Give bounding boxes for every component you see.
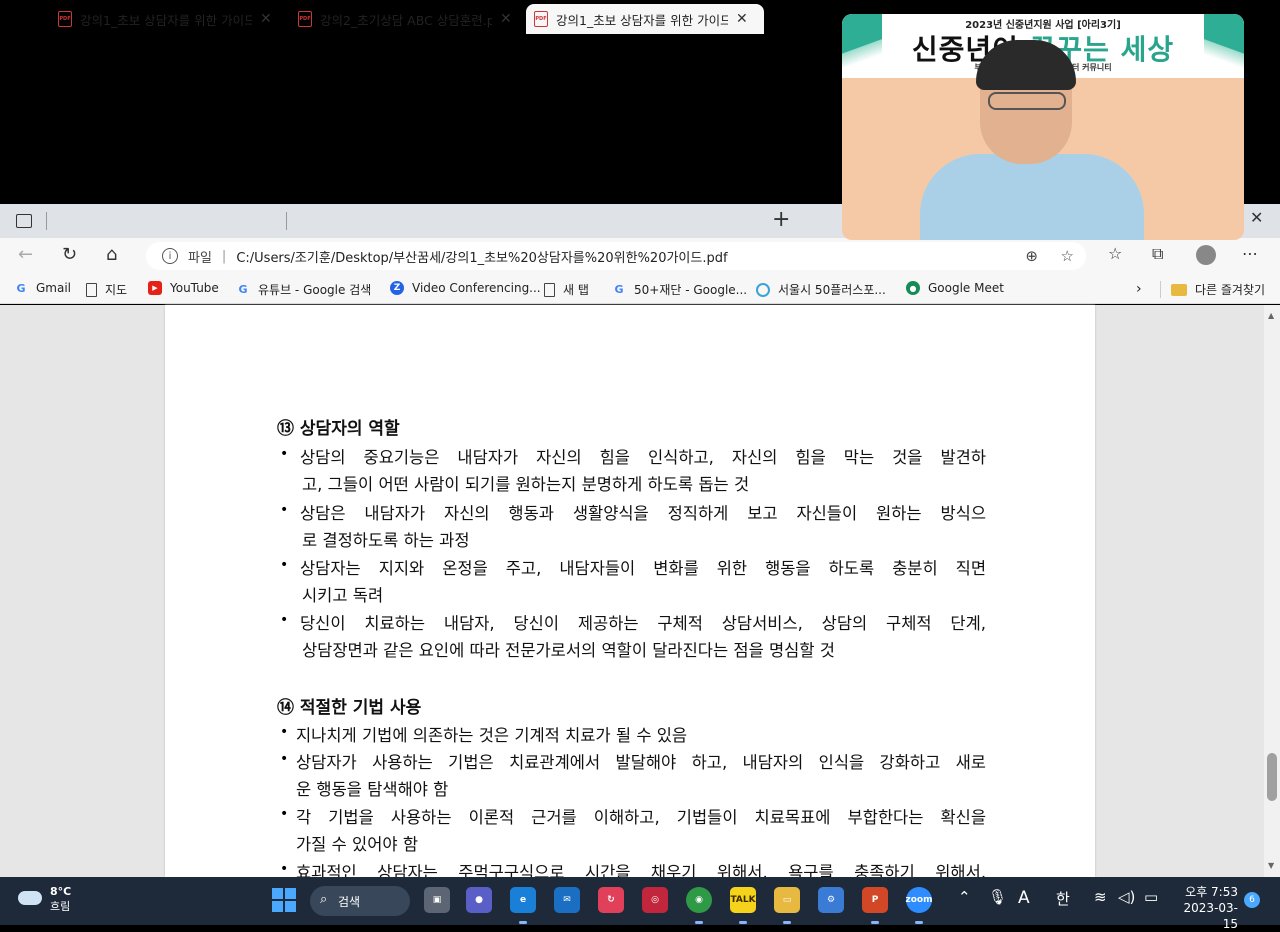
mail-icon[interactable]: ✉ [554,887,580,913]
tab-label: 강의1_초보 상담자를 위한 가이드 [80,12,252,28]
doc-line: 가질 수 있어야 함 [296,835,418,854]
window-close-icon[interactable]: ✕ [1250,208,1263,227]
back-icon[interactable]: ← [18,244,33,265]
search-icon: ⌕ [320,892,328,907]
address-bar[interactable]: i 파일 | C:/Users/조기훈/Desktop/부산꿈세/강의1_초보%… [146,242,1086,270]
address-scheme-label: 파일 [188,250,212,266]
wifi-icon[interactable]: ≋ [1094,888,1107,906]
info-icon[interactable]: i [162,248,178,264]
tab-actions-icon[interactable] [16,214,32,228]
tab-label: 강의2_초기상담 ABC 상담훈련.pdf [320,12,492,28]
bookmark-50plus-foundation[interactable]: G 50+재단 - Google... [612,281,747,298]
microphone-icon[interactable]: 🎙 [988,888,1007,906]
bookmark-google-meet[interactable]: ● Google Meet [906,281,1004,295]
bookmark-other-favorites[interactable]: 다른 즐겨찾기 [1160,281,1265,298]
doc-line: 상담장면과 같은 요인에 따라 전문가로서의 역할이 달라진다는 점을 명심할 … [302,641,835,660]
doc-line: 상담자는 지지와 온정을 주고, 내담자들이 변화를 위한 행동을 하도록 충분… [300,559,986,578]
tab-label: 강의1_초보 상담자를 위한 가이드 [556,12,728,28]
google-icon: G [16,281,26,295]
doc-line: 운 행동을 탐색해야 함 [296,780,449,799]
doc-line: 고, 그들이 어떤 사람이 되기를 원하는지 분명하게 하도록 돕는 것 [302,475,750,494]
collections-icon[interactable]: ⧉ [1152,244,1163,264]
refresh-icon[interactable]: ↻ [62,244,77,265]
ring-icon [756,282,770,297]
new-tab-icon[interactable]: + [772,207,790,232]
doc-line: 시키고 독려 [302,586,384,605]
sync-app-icon[interactable]: ↻ [598,887,624,913]
google-icon: G [238,283,248,296]
close-icon[interactable]: ✕ [500,11,512,27]
favorites-icon[interactable]: ☆ [1108,244,1122,263]
pdf-icon: PDF [298,11,312,27]
page-icon [544,282,555,297]
ime-mode[interactable]: A [1018,888,1030,908]
speaker-body [920,154,1144,240]
teams-chat-icon[interactable]: ● [466,887,492,913]
profile-avatar[interactable] [1196,245,1216,265]
address-url[interactable]: C:/Users/조기훈/Desktop/부산꿈세/강의1_초보%20상담자를%… [236,247,727,266]
doc-line: 상담의 중요기능은 내담자가 자신의 힘을 인식하고, 자신의 힘을 막는 것을… [300,448,986,467]
tab-lecture2[interactable]: PDF 강의2_초기상담 ABC 상담훈련.pdf ✕ [290,4,522,34]
bookmark-seoul-50plus[interactable]: 서울시 50플러스포... [756,281,886,298]
start-button[interactable] [272,888,296,912]
pdf-scrollbar[interactable]: ▲ ▼ [1264,305,1280,877]
file-explorer-icon[interactable]: ▭ [774,887,800,913]
windows-taskbar [0,877,1280,925]
doc-line: 상담은 내담자가 자신의 행동과 생활양식을 정직하게 보고 자신들이 원하는 … [300,504,986,523]
google-icon: G [614,283,624,296]
bookmark-youtube[interactable]: ▶ YouTube [148,281,219,295]
pink-app-icon[interactable]: ◎ [642,887,668,913]
bookmark-youtube-search[interactable]: G 유튜브 - Google 검색 [236,281,371,298]
zoom-icon[interactable]: ⊕ [1025,247,1038,265]
bookmark-new-tab[interactable]: 새 탭 [544,281,589,298]
tab-divider [46,212,47,230]
pdf-icon: PDF [534,11,548,27]
close-icon[interactable]: ✕ [736,11,748,27]
tab-lecture1-active[interactable]: PDF 강의1_초보 상담자를 위한 가이드 ✕ [526,4,764,34]
kakaotalk-icon[interactable]: TALK [730,887,756,913]
volume-icon[interactable]: ◁) [1118,888,1135,906]
webcam-video: 2023년 신중년지원 사업 [아리3기] 신중년이 꿈꾸는 세상 부산광역시 … [842,14,1244,240]
notification-badge[interactable]: 6 [1244,892,1260,908]
doc-line: 각 기법을 사용하는 이론적 근거를 이해하고, 기법들이 치료목표에 부합한다… [296,808,986,827]
bookmarks-overflow-icon[interactable]: › [1136,281,1142,297]
close-icon[interactable]: ✕ [260,11,272,27]
chevron-up-icon[interactable]: ⌃ [958,888,971,906]
section-14-heading: ⑭ 적절한 기법 사용 [277,698,422,718]
more-menu-icon[interactable]: ⋯ [1242,244,1258,263]
scroll-down-icon[interactable]: ▼ [1268,861,1274,870]
task-view-icon[interactable]: ▣ [424,887,450,913]
bookmark-map[interactable]: 지도 [86,281,127,298]
bookmark-gmail[interactable]: G Gmail [14,281,71,295]
bookmark-video-conferencing[interactable]: Z Video Conferencing... [390,281,541,295]
powerpoint-icon[interactable]: P [862,887,888,913]
chrome-icon[interactable]: ◉ [686,887,712,913]
folder-icon [1171,283,1187,296]
zoom-icon: Z [390,281,404,295]
zoom-app-icon[interactable]: zoom [906,887,933,913]
doc-line: 상담자가 사용하는 기법은 치료관계에서 발달해야 하고, 내담자의 인식을 강… [296,753,986,772]
doc-line: 지나치게 기법에 의존하는 것은 기계적 치료가 될 수 있음 [296,726,688,745]
youtube-icon: ▶ [148,281,162,295]
speaker-glasses [988,92,1066,110]
meet-icon: ● [906,281,920,295]
scrollbar-thumb[interactable] [1267,753,1277,801]
scroll-up-icon[interactable]: ▲ [1268,311,1274,320]
weather-widget[interactable]: 8°C 흐림 [50,884,71,914]
add-favorite-icon[interactable]: ☆ [1061,247,1074,265]
app-icon[interactable]: ⚙ [818,887,844,913]
language-indicator[interactable]: 한 [1056,888,1070,909]
doc-line: 당신이 치료하는 내담자, 당신이 제공하는 구체적 상담서비스, 상담의 구체… [300,614,986,633]
edge-icon[interactable]: e [510,887,536,913]
battery-icon[interactable]: ▭ [1144,888,1158,906]
taskbar-search[interactable]: ⌕ 검색 [310,886,410,916]
home-icon[interactable]: ⌂ [106,244,117,265]
page-icon [86,282,97,297]
tab-divider [286,212,287,230]
tab-lecture1-a[interactable]: PDF 강의1_초보 상담자를 위한 가이드 ✕ [50,4,282,34]
section-13-heading: ⑬ 상담자의 역할 [277,419,400,439]
pdf-icon: PDF [58,11,72,27]
doc-line: 로 결정하도록 하는 과정 [302,531,470,550]
cloud-icon[interactable] [18,891,42,905]
